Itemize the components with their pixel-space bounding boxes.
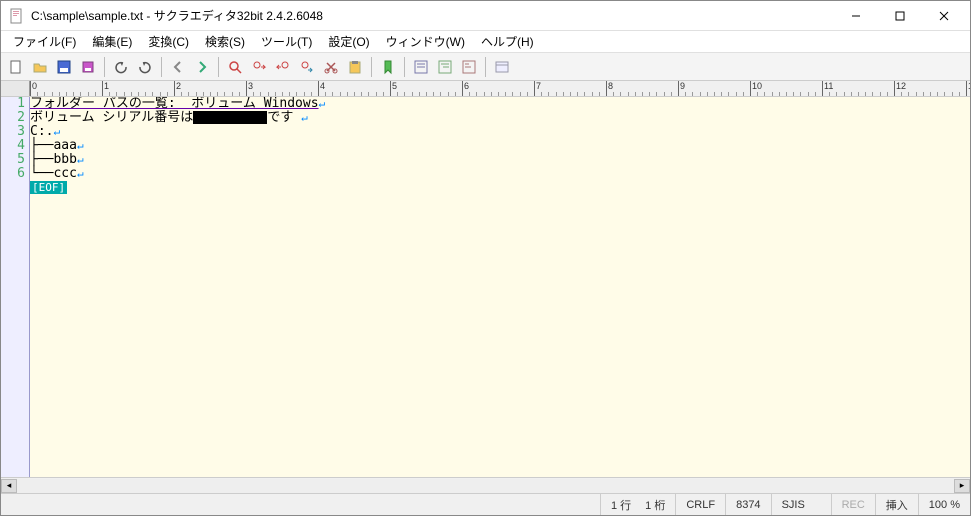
horizontal-scrollbar[interactable]: ◂ ▸ <box>1 477 970 493</box>
scroll-track[interactable] <box>17 479 954 493</box>
menu-edit[interactable]: 編集(E) <box>84 31 140 52</box>
close-button[interactable] <box>922 2 966 30</box>
redacted-region <box>193 111 267 124</box>
status-position: 1 行 1 桁 <box>600 494 675 515</box>
menu-convert[interactable]: 変換(C) <box>140 31 197 52</box>
outline-1-icon[interactable] <box>410 56 432 78</box>
save-all-icon[interactable] <box>77 56 99 78</box>
maximize-button[interactable] <box>878 2 922 30</box>
save-icon[interactable] <box>53 56 75 78</box>
scroll-right-button[interactable]: ▸ <box>954 479 970 493</box>
outline-2-icon[interactable] <box>434 56 456 78</box>
menu-search[interactable]: 検索(S) <box>197 31 253 52</box>
menu-settings[interactable]: 設定(O) <box>320 31 377 52</box>
find-icon[interactable] <box>224 56 246 78</box>
settings-icon[interactable] <box>491 56 513 78</box>
paste-icon[interactable] <box>344 56 366 78</box>
outline-3-icon[interactable] <box>458 56 480 78</box>
text-editor[interactable]: フォルダー パスの一覧: ボリューム Windows↵ ボリューム シリアル番号… <box>30 97 970 477</box>
menu-file[interactable]: ファイル(F) <box>5 31 84 52</box>
new-icon[interactable] <box>5 56 27 78</box>
forward-icon[interactable] <box>191 56 213 78</box>
cut-icon[interactable] <box>320 56 342 78</box>
window-title: C:\sample\sample.txt - サクラエディタ32bit 2.4.… <box>31 7 834 24</box>
scroll-left-button[interactable]: ◂ <box>1 479 17 493</box>
app-icon <box>9 8 25 24</box>
menu-window[interactable]: ウィンドウ(W) <box>378 31 473 52</box>
statusbar: 1 行 1 桁 CRLF 8374 SJIS REC 挿入 100 % <box>1 493 970 515</box>
eof-marker: [EOF] <box>30 181 67 194</box>
minimize-button[interactable] <box>834 2 878 30</box>
status-eol: CRLF <box>675 494 725 515</box>
find-prev-icon[interactable] <box>272 56 294 78</box>
status-rec: REC <box>831 494 875 515</box>
menu-tools[interactable]: ツール(T) <box>253 31 320 52</box>
line-number-gutter: 123456 <box>1 97 30 477</box>
undo-icon[interactable] <box>110 56 132 78</box>
ruler: 012345678910111213 <box>1 81 970 97</box>
bookmark-icon[interactable] <box>377 56 399 78</box>
redo-icon[interactable] <box>134 56 156 78</box>
find-next-icon[interactable] <box>248 56 270 78</box>
status-zoom: 100 % <box>918 494 970 515</box>
menu-help[interactable]: ヘルプ(H) <box>473 31 542 52</box>
titlebar: C:\sample\sample.txt - サクラエディタ32bit 2.4.… <box>1 1 970 31</box>
replace-icon[interactable] <box>296 56 318 78</box>
toolbar <box>1 53 970 81</box>
status-encoding: SJIS <box>771 494 831 515</box>
open-icon[interactable] <box>29 56 51 78</box>
menubar: ファイル(F)編集(E)変換(C)検索(S)ツール(T)設定(O)ウィンドウ(W… <box>1 31 970 53</box>
status-charcode: 8374 <box>725 494 770 515</box>
back-icon[interactable] <box>167 56 189 78</box>
status-insert-mode: 挿入 <box>875 494 918 515</box>
